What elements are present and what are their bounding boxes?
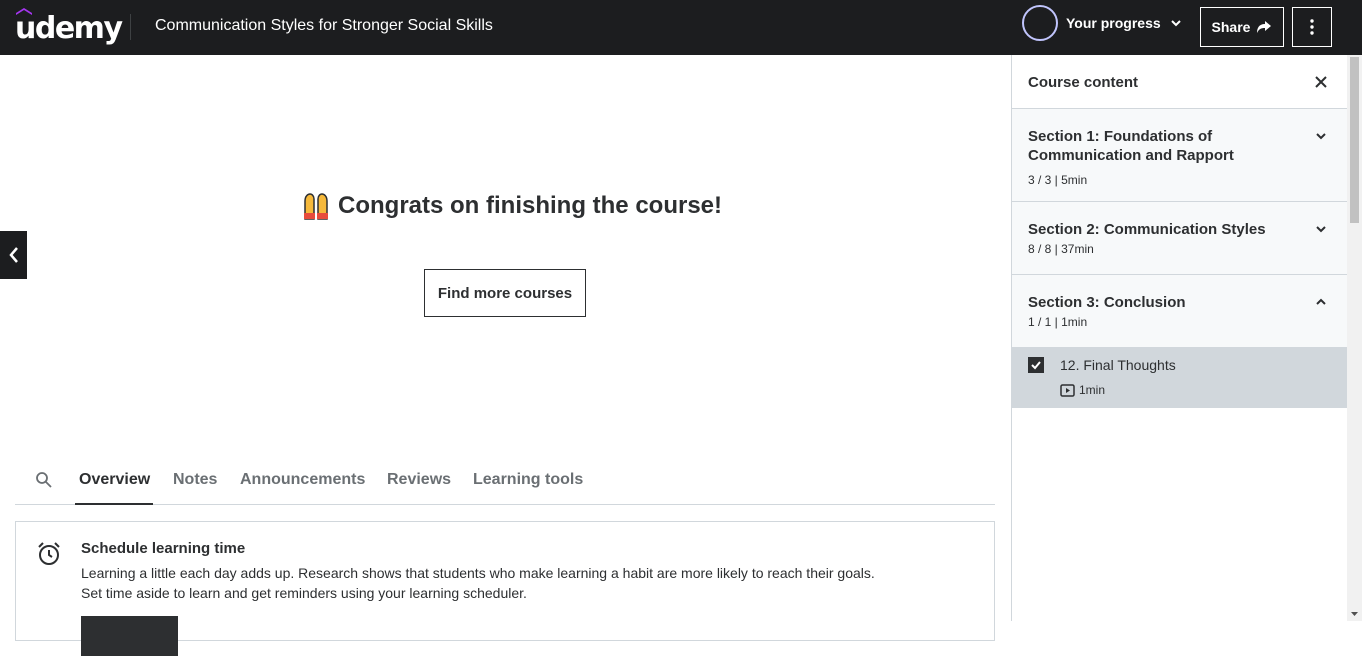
congrats-text: Congrats on finishing the course! <box>338 192 723 219</box>
section-title: Section 2: Communication Styles <box>1028 221 1266 238</box>
section-2[interactable]: Section 2: Communication Styles 8 / 8 | … <box>1012 202 1348 275</box>
course-content-sidebar: Course content Section 1: Foundations of… <box>1011 55 1348 621</box>
course-tabs: Overview Notes Announcements Reviews Lea… <box>15 457 995 505</box>
scroll-down-arrow-icon[interactable] <box>1350 609 1359 618</box>
previous-lecture-button[interactable] <box>0 231 27 279</box>
schedule-line-2: Set time aside to learn and get reminder… <box>81 585 527 601</box>
section-meta: 8 / 8 | 37min <box>1028 242 1094 256</box>
progress-label: Your progress <box>1066 15 1161 31</box>
chevron-down-icon <box>1170 20 1181 27</box>
tab-reviews[interactable]: Reviews <box>387 471 451 489</box>
section-meta: 3 / 3 | 5min <box>1028 173 1088 187</box>
share-label: Share <box>1211 19 1251 35</box>
more-vertical-icon <box>1310 19 1314 35</box>
progress-ring <box>1022 5 1058 41</box>
active-tab-indicator <box>75 503 153 505</box>
chevron-left-icon <box>8 247 18 263</box>
lecture-meta: 1min <box>1060 383 1105 397</box>
close-icon[interactable] <box>1314 75 1328 89</box>
chevron-down-icon <box>1316 226 1326 233</box>
find-more-courses-button[interactable]: Find more courses <box>424 269 586 317</box>
section-title: Section 3: Conclusion <box>1028 294 1186 311</box>
chevron-up-icon <box>1316 298 1326 305</box>
lecture-duration: 1min <box>1079 383 1106 397</box>
header-divider <box>130 14 131 40</box>
scrollbar-thumb[interactable] <box>1350 57 1359 223</box>
course-title[interactable]: Communication Styles for Stronger Social… <box>155 17 493 35</box>
section-1[interactable]: Section 1: Foundations of Communication … <box>1012 109 1348 202</box>
schedule-line-1: Learning a little each day adds up. Rese… <box>81 565 875 581</box>
share-button[interactable]: Share <box>1200 7 1284 47</box>
section-title: Section 1: Foundations of Communication … <box>1028 128 1234 164</box>
tab-overview[interactable]: Overview <box>79 471 150 489</box>
sidebar-header: Course content <box>1012 55 1348 109</box>
tab-announcements[interactable]: Announcements <box>240 471 365 489</box>
page-scrollbar[interactable] <box>1347 55 1362 621</box>
congrats-message: Congrats on finishing the course! <box>302 191 722 221</box>
schedule-learning-card: Schedule learning time Learning a little… <box>15 521 995 656</box>
tab-notes[interactable]: Notes <box>173 471 217 489</box>
schedule-description: Learning a little each day adds up. Rese… <box>81 563 961 603</box>
schedule-title: Schedule learning time <box>81 540 246 557</box>
get-started-button[interactable] <box>81 616 178 656</box>
alarm-clock-icon <box>38 542 60 565</box>
search-icon[interactable] <box>35 471 53 489</box>
tab-learning-tools[interactable]: Learning tools <box>473 471 583 489</box>
more-options-button[interactable] <box>1292 7 1332 47</box>
lecture-title: 12. Final Thoughts <box>1060 357 1176 373</box>
section-3[interactable]: Section 3: Conclusion 1 / 1 | 1min <box>1012 275 1348 347</box>
udemy-logo[interactable]: udemy <box>15 8 123 44</box>
top-bar: udemy Communication Styles for Stronger … <box>0 0 1362 55</box>
section-meta: 1 / 1 | 1min <box>1028 315 1088 329</box>
main-content: Congrats on finishing the course! Find m… <box>0 55 1011 656</box>
sidebar-title: Course content <box>1028 74 1139 91</box>
logo-hat-icon <box>16 8 32 15</box>
completed-checkbox[interactable] <box>1028 357 1044 373</box>
share-arrow-icon <box>1257 21 1272 33</box>
chevron-down-icon <box>1316 133 1326 140</box>
lecture-item-final-thoughts[interactable]: 12. Final Thoughts 1min <box>1012 347 1348 408</box>
video-icon <box>1060 383 1075 397</box>
progress-dropdown[interactable]: Your progress <box>1022 5 1183 41</box>
checkmark-icon <box>1031 361 1041 370</box>
raising-hands-icon <box>304 193 328 220</box>
